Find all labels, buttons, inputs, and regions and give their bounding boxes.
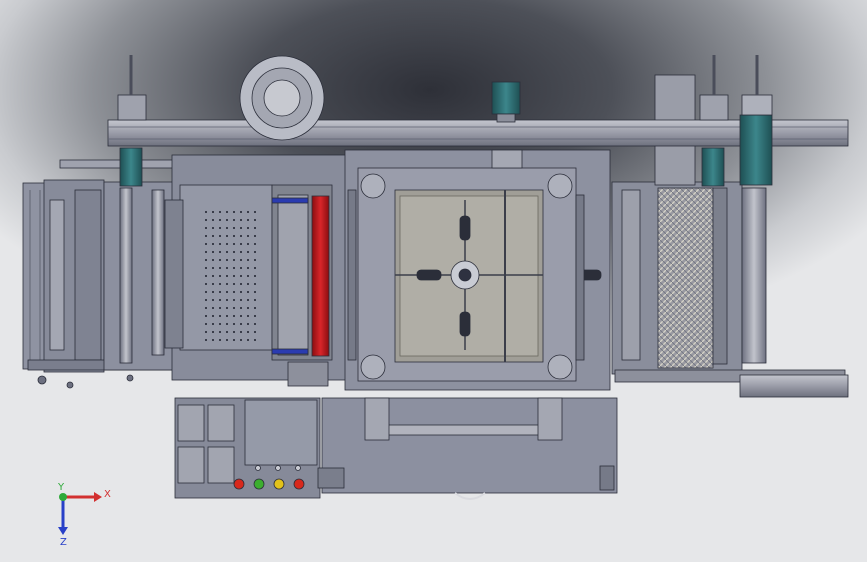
coordinate-triad: X Y Z	[57, 482, 111, 548]
blower-fan[interactable]	[239, 55, 325, 141]
indicator-light-4[interactable]	[293, 478, 305, 490]
cad-viewport[interactable]: X Y Z	[0, 0, 867, 562]
x-axis-arrowhead	[94, 492, 102, 502]
coating-roller[interactable]	[271, 184, 333, 387]
x-axis-label: X	[104, 489, 111, 500]
z-axis-label: Z	[60, 537, 67, 548]
machine-assembly[interactable]	[22, 55, 849, 500]
indicator-light-1[interactable]	[233, 478, 245, 490]
z-axis-arrowhead	[58, 527, 68, 535]
indicator-light-3[interactable]	[273, 478, 285, 490]
drive-motor-center[interactable]	[491, 81, 521, 123]
y-axis-dot	[59, 493, 67, 501]
indicator-light-2[interactable]	[253, 478, 265, 490]
press-unit[interactable]	[344, 149, 611, 391]
unwinder-frame[interactable]	[22, 159, 181, 389]
control-cabinet[interactable]	[174, 397, 618, 500]
drive-motor-far-right[interactable]	[739, 55, 773, 186]
y-axis-label: Y	[57, 482, 65, 493]
